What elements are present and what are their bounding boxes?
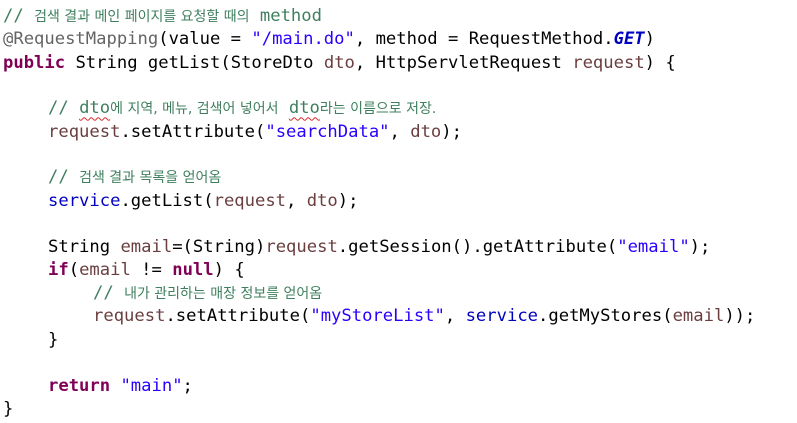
code-line-set-my-store-list: request.setAttribute("myStoreList", serv… xyxy=(93,306,756,327)
comment-text: 검색 결과 메인 페이지를 요청할 때의 xyxy=(34,9,250,25)
code-line-method-close: } xyxy=(3,398,14,419)
type-token: HttpServletRequest xyxy=(375,52,562,73)
comment-slashes: // xyxy=(48,98,69,119)
code-line-comment-3: // 검색 결과 목록을 얻어옴 xyxy=(3,166,795,189)
method-call-token: setAttribute xyxy=(130,121,255,142)
param-token: request xyxy=(48,121,121,142)
code-line-email-decl: String email=(String)request.getSession(… xyxy=(48,236,711,257)
method-call-token: getList xyxy=(130,190,204,211)
code-line-return: return "main"; xyxy=(48,375,193,396)
code-line-if: if(email != null) { xyxy=(48,259,245,280)
param-token: dto xyxy=(410,121,442,142)
code-line-method-signature: public String getList(StoreDto dto, Http… xyxy=(3,52,676,73)
string-literal: "myStoreList" xyxy=(310,306,445,327)
comment-word-misspelled: dto xyxy=(79,98,111,119)
identifier-token: value xyxy=(168,29,221,50)
param-token: dto xyxy=(323,52,355,73)
string-literal: "main" xyxy=(120,375,183,396)
string-literal: "/main.do" xyxy=(251,29,355,50)
constant-token: GET xyxy=(613,29,645,50)
comment-word-misspelled: dto xyxy=(288,98,320,119)
string-literal: "email" xyxy=(617,236,690,257)
comment-text: 내가 관리하는 매장 정보를 얻어옴 xyxy=(124,286,323,303)
param-token: request xyxy=(213,190,287,211)
local-var-token: email xyxy=(120,236,173,257)
comment-slashes: // xyxy=(93,283,114,304)
comment-word: method xyxy=(259,6,322,26)
keyword-if: if xyxy=(48,259,69,280)
method-call-token: getMyStores xyxy=(548,306,663,327)
class-token: RequestMethod xyxy=(468,29,604,50)
code-line-service-get-list: service.getList(request, dto); xyxy=(48,190,359,211)
code-editor[interactable]: // 검색 결과 메인 페이지를 요청할 때의 method @RequestM… xyxy=(3,5,795,421)
method-name-token: getList xyxy=(147,52,221,73)
method-call-token: setAttribute xyxy=(175,306,300,327)
code-line-comment-4: // 내가 관리하는 매장 정보를 얻어옴 xyxy=(3,282,795,305)
local-var-token: email xyxy=(79,259,131,280)
param-token: request xyxy=(265,236,338,257)
code-line-annotation: @RequestMapping(value = "/main.do", meth… xyxy=(3,29,655,50)
param-token: request xyxy=(93,306,166,327)
field-token: service xyxy=(48,190,121,211)
code-line-set-search-data: request.setAttribute("searchData", dto); xyxy=(48,121,462,142)
code-line-if-close: } xyxy=(48,329,59,350)
param-token: dto xyxy=(306,190,338,211)
keyword-return: return xyxy=(48,375,111,396)
type-token: String xyxy=(192,236,255,257)
string-literal: "searchData" xyxy=(265,121,390,142)
type-token: StoreDto xyxy=(230,52,314,73)
method-call-token: getAttribute xyxy=(482,236,607,257)
comment-text: 검색 결과 목록을 얻어옴 xyxy=(79,170,222,187)
comment-slashes: // xyxy=(3,6,24,26)
comment-text: 에 지역, 메뉴, 검색어 넣어서 xyxy=(110,101,279,118)
local-var-token: email xyxy=(672,306,725,327)
comment-slashes: // xyxy=(48,167,69,188)
keyword-public: public xyxy=(3,52,66,73)
param-token: request xyxy=(572,52,645,73)
annotation-token: @RequestMapping xyxy=(3,29,159,50)
method-call-token: getSession xyxy=(348,236,452,257)
code-line-comment-1: // 검색 결과 메인 페이지를 요청할 때의 method xyxy=(3,5,795,28)
type-token: String xyxy=(48,236,111,257)
identifier-token: method xyxy=(375,29,438,50)
code-line-comment-2: // dto에 지역, 메뉴, 검색어 넣어서 dto라는 이름으로 저장. xyxy=(3,97,795,120)
field-token: service xyxy=(465,306,539,327)
type-token: String xyxy=(75,52,138,73)
keyword-null: null xyxy=(172,259,214,280)
comment-text: 라는 이름으로 저장. xyxy=(319,101,437,118)
